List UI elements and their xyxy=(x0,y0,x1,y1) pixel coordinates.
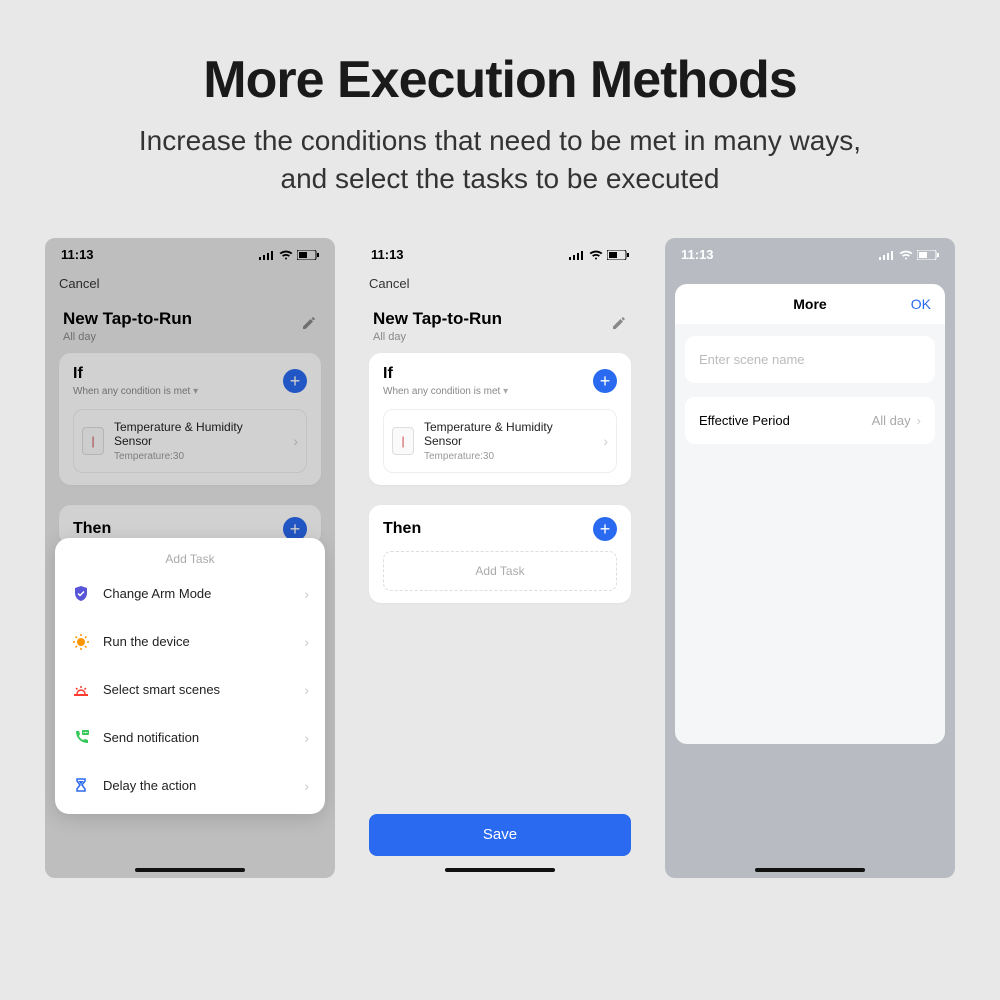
task-label: Send notification xyxy=(103,730,292,745)
clock: 11:13 xyxy=(681,247,714,262)
home-indicator xyxy=(445,868,555,872)
phones-row: 11:13 Cancel New Tap-to-Run All day If W… xyxy=(0,238,1000,878)
effective-value: All day xyxy=(872,413,911,428)
thermometer-icon: | xyxy=(392,427,414,455)
page-subtitle: All day xyxy=(373,331,502,343)
chevron-right-icon: › xyxy=(917,413,921,428)
task-run-device[interactable]: Run the device › xyxy=(55,618,325,666)
add-task-placeholder[interactable]: Add Task xyxy=(383,551,617,591)
phone-1: 11:13 Cancel New Tap-to-Run All day If W… xyxy=(45,238,335,878)
effective-label: Effective Period xyxy=(699,413,790,428)
more-panel: More OK Enter scene name Effective Perio… xyxy=(675,284,945,744)
chevron-right-icon: › xyxy=(304,634,309,650)
task-change-arm-mode[interactable]: Change Arm Mode › xyxy=(55,570,325,618)
phone-2: 11:13 Cancel New Tap-to-Run All day If W… xyxy=(355,238,645,878)
status-bar: 11:13 xyxy=(665,238,955,272)
task-label: Run the device xyxy=(103,634,292,649)
sensor-value: Temperature:30 xyxy=(424,451,593,462)
home-indicator xyxy=(755,868,865,872)
ok-button[interactable]: OK xyxy=(911,296,931,312)
task-label: Change Arm Mode xyxy=(103,586,292,601)
scene-name-input[interactable]: Enter scene name xyxy=(685,336,935,383)
then-card: Then + Add Task xyxy=(369,505,631,603)
chevron-right-icon: › xyxy=(603,433,608,449)
scene-icon xyxy=(71,680,91,700)
task-label: Select smart scenes xyxy=(103,682,292,697)
status-icons xyxy=(879,250,939,260)
task-select-scenes[interactable]: Select smart scenes › xyxy=(55,666,325,714)
cellular-icon xyxy=(879,250,895,260)
task-send-notification[interactable]: Send notification › xyxy=(55,714,325,762)
phone-message-icon xyxy=(71,728,91,748)
hero-title: More Execution Methods xyxy=(0,50,1000,110)
cellular-icon xyxy=(569,250,585,260)
task-delay-action[interactable]: Delay the action › xyxy=(55,762,325,810)
shield-icon xyxy=(71,584,91,604)
hero: More Execution Methods Increase the cond… xyxy=(0,0,1000,198)
home-indicator xyxy=(135,868,245,872)
chevron-right-icon: › xyxy=(304,778,309,794)
sensor-name: Temperature & Humidity Sensor xyxy=(424,420,593,448)
page-title: New Tap-to-Run xyxy=(373,309,502,329)
clock: 11:13 xyxy=(371,247,404,262)
effective-period-row[interactable]: Effective Period All day › xyxy=(685,397,935,444)
status-icons xyxy=(569,250,629,260)
save-button[interactable]: Save xyxy=(369,814,631,856)
chevron-right-icon: › xyxy=(304,682,309,698)
hourglass-icon xyxy=(71,776,91,796)
sheet-title: Add Task xyxy=(55,544,325,570)
more-title: More xyxy=(793,296,826,312)
condition-row[interactable]: | Temperature & Humidity Sensor Temperat… xyxy=(383,409,617,473)
add-task-button[interactable]: + xyxy=(593,517,617,541)
add-task-sheet: Add Task Change Arm Mode › Run the devic… xyxy=(55,538,325,814)
if-condition[interactable]: When any condition is met xyxy=(383,386,500,397)
edit-icon[interactable] xyxy=(611,315,627,336)
hero-subtitle: Increase the conditions that need to be … xyxy=(0,122,1000,198)
cancel-button[interactable]: Cancel xyxy=(355,272,645,301)
task-label: Delay the action xyxy=(103,778,292,793)
then-label: Then xyxy=(383,520,421,538)
add-condition-button[interactable]: + xyxy=(593,369,617,393)
if-label: If xyxy=(383,365,508,383)
wifi-icon xyxy=(899,250,913,260)
if-card: If When any condition is met ▾ + | Tempe… xyxy=(369,353,631,485)
chevron-right-icon: › xyxy=(304,586,309,602)
phone-3: 11:13 More OK Enter scene name Effective… xyxy=(665,238,955,878)
wifi-icon xyxy=(589,250,603,260)
sun-icon xyxy=(71,632,91,652)
battery-icon xyxy=(607,250,629,260)
status-bar: 11:13 xyxy=(355,238,645,272)
battery-icon xyxy=(917,250,939,260)
chevron-right-icon: › xyxy=(304,730,309,746)
